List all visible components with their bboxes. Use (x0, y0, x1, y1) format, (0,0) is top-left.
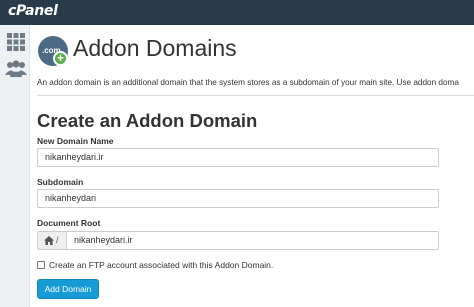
top-bar: cPanel (0, 0, 474, 25)
cpanel-logo[interactable]: cPanel (8, 3, 58, 19)
subdomain-input[interactable]: nikanheydari (37, 189, 439, 208)
document-root-label: Document Root (37, 218, 101, 228)
document-root-prefix: / (37, 231, 66, 250)
app-window: cPanel .com + Addon Domains An addon dom… (0, 0, 474, 307)
subdomain-label: Subdomain (37, 177, 84, 187)
page-description: An addon domain is an additional domain … (37, 78, 459, 87)
home-icon (44, 236, 54, 245)
ftp-checkbox-label[interactable]: Create an FTP account associated with th… (49, 260, 273, 270)
users-icon[interactable] (5, 59, 27, 79)
add-domain-button[interactable]: Add Domain (37, 279, 99, 299)
sidebar (0, 25, 30, 307)
document-root-input[interactable]: nikanheydari.ir (66, 231, 439, 250)
new-domain-input[interactable]: nikanheydari.ir (37, 148, 439, 167)
main-content: .com + Addon Domains An addon domain is … (31, 25, 474, 307)
grid-icon[interactable] (5, 32, 27, 52)
plus-icon: + (53, 51, 68, 66)
addon-domain-icon: .com + (38, 36, 68, 66)
ftp-checkbox[interactable] (37, 261, 45, 269)
page-title: Addon Domains (73, 35, 237, 61)
divider (37, 95, 474, 96)
section-title: Create an Addon Domain (37, 110, 258, 131)
root-slash: / (56, 235, 59, 245)
new-domain-label: New Domain Name (37, 136, 114, 146)
